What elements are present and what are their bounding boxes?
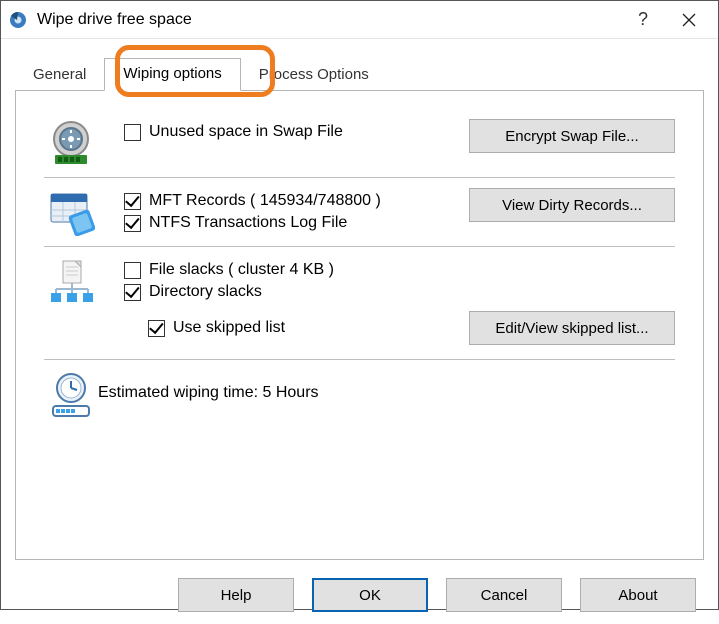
- help-button-footer[interactable]: Help: [178, 578, 294, 612]
- tab-process-options[interactable]: Process Options: [241, 60, 387, 91]
- checkbox-use-skipped-list[interactable]: [148, 320, 165, 337]
- checkbox-unused-swap[interactable]: [124, 124, 141, 141]
- section-mft: MFT Records ( 145934/748800 ) NTFS Trans…: [44, 178, 675, 246]
- tab-row: General Wiping options Process Options: [1, 39, 718, 90]
- about-button[interactable]: About: [580, 578, 696, 612]
- label-mft-records: MFT Records ( 145934/748800 ): [149, 192, 381, 210]
- label-unused-swap: Unused space in Swap File: [149, 123, 343, 141]
- tab-wiping-options[interactable]: Wiping options: [104, 58, 240, 91]
- checkbox-mft-records[interactable]: [124, 193, 141, 210]
- view-dirty-records-button[interactable]: View Dirty Records...: [469, 188, 675, 222]
- tab-content: Unused space in Swap File Encrypt Swap F…: [15, 90, 704, 560]
- estimate-label: Estimated wiping time: 5 Hours: [98, 384, 319, 401]
- section-estimate: Estimated wiping time: 5 Hours: [44, 360, 675, 428]
- window-title: Wipe drive free space: [37, 11, 620, 29]
- label-directory-slacks: Directory slacks: [149, 283, 262, 301]
- ok-button[interactable]: OK: [312, 578, 428, 612]
- clock-progress-icon: [44, 370, 98, 418]
- checkbox-ntfs-log[interactable]: [124, 215, 141, 232]
- label-use-skipped-list: Use skipped list: [173, 319, 285, 337]
- edit-skipped-list-button[interactable]: Edit/View skipped list...: [469, 311, 675, 345]
- dialog-footer: Help OK Cancel About: [1, 574, 718, 624]
- encrypt-swap-button[interactable]: Encrypt Swap File...: [469, 119, 675, 153]
- close-button[interactable]: [666, 1, 712, 39]
- label-ntfs-log: NTFS Transactions Log File: [149, 214, 347, 232]
- file-tree-icon: [44, 257, 98, 305]
- label-file-slacks: File slacks ( cluster 4 KB ): [149, 261, 334, 279]
- checkbox-directory-slacks[interactable]: [124, 284, 141, 301]
- checkbox-file-slacks[interactable]: [124, 262, 141, 279]
- section-swap: Unused space in Swap File Encrypt Swap F…: [44, 109, 675, 177]
- app-icon: [9, 11, 27, 29]
- section-slacks: File slacks ( cluster 4 KB ) Directory s…: [44, 247, 675, 359]
- safe-icon: [44, 119, 98, 167]
- tab-general[interactable]: General: [15, 60, 104, 91]
- cancel-button[interactable]: Cancel: [446, 578, 562, 612]
- title-bar: Wipe drive free space ?: [1, 1, 718, 39]
- records-icon: [44, 188, 98, 236]
- help-button[interactable]: ?: [620, 1, 666, 39]
